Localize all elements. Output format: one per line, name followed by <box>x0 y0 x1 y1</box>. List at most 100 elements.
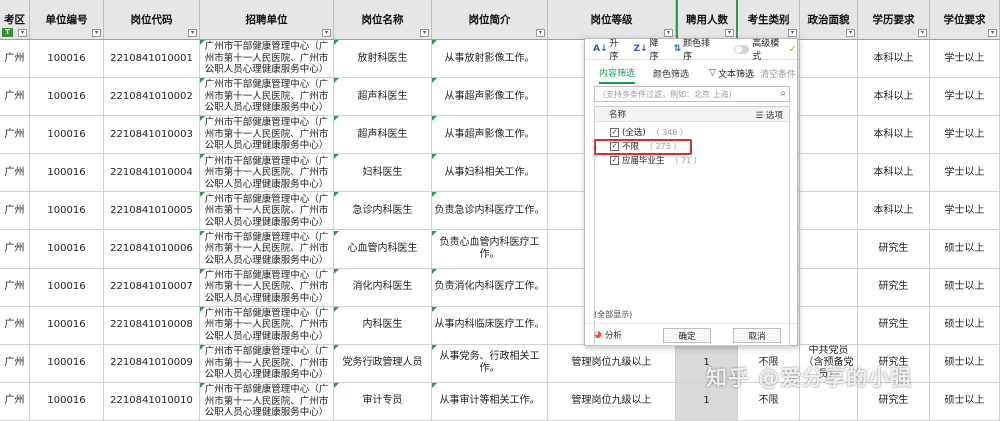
cell-name[interactable]: 心血管内科医生 <box>334 230 432 269</box>
cell-name[interactable]: 放射科医生 <box>334 40 432 79</box>
cell-edu[interactable]: 本科以上 <box>858 192 930 231</box>
cell-name[interactable]: 党务行政管理人员 <box>334 344 432 383</box>
cell-edu[interactable]: 本科以上 <box>858 116 930 155</box>
cell-degree[interactable]: 学士以上 <box>930 116 1000 155</box>
cell-desc[interactable]: 从事超声影像工作。 <box>432 116 548 155</box>
filter-dropdown-icon[interactable]: ▾ <box>188 29 197 37</box>
cell-politics[interactable] <box>800 268 858 307</box>
cell-degree[interactable]: 硕士以上 <box>930 306 1000 345</box>
cell-politics[interactable] <box>800 116 858 155</box>
cell-code[interactable]: 2210841010005 <box>104 192 200 231</box>
cell-unit[interactable]: 广州市干部健康管理中心（广州市第十一人民医院、广州市公职人员心理健康服务中心） <box>200 116 334 155</box>
cell-unit_no[interactable]: 100016 <box>30 268 104 307</box>
tab-color-filter[interactable]: 颜色筛选 <box>653 64 689 83</box>
cell-unit[interactable]: 广州市干部健康管理中心（广州市第十一人民医院、广州市公职人员心理健康服务中心） <box>200 306 334 345</box>
cell-unit[interactable]: 广州市干部健康管理中心（广州市第十一人民医院、广州市公职人员心理健康服务中心） <box>200 230 334 269</box>
cell-area[interactable]: 广州 <box>0 154 30 193</box>
cell-unit[interactable]: 广州市干部健康管理中心（广州市第十一人民医院、广州市公职人员心理健康服务中心） <box>200 382 334 421</box>
cell-degree[interactable]: 硕士以上 <box>930 230 1000 269</box>
cell-unit_no[interactable]: 100016 <box>30 154 104 193</box>
cell-desc[interactable]: 负责心血管内科医疗工作。 <box>432 230 548 269</box>
cell-unit[interactable]: 广州市干部健康管理中心（广州市第十一人民医院、广州市公职人员心理健康服务中心） <box>200 40 334 79</box>
cell-code[interactable]: 2210841010002 <box>104 78 200 117</box>
filter-item[interactable]: ✓ 应届毕业生 （ 71 ） <box>610 154 702 166</box>
cell-unit_no[interactable]: 100016 <box>30 306 104 345</box>
cell-code[interactable]: 2210841010004 <box>104 154 200 193</box>
cell-politics[interactable] <box>800 78 858 117</box>
cell-politics[interactable] <box>800 306 858 345</box>
options-button[interactable]: ☰ 选项 <box>756 109 783 121</box>
filter-dropdown-icon[interactable]: ▾ <box>846 29 855 37</box>
filter-dropdown-icon[interactable]: ▾ <box>92 29 101 37</box>
filter-dropdown-icon[interactable]: ▾ <box>18 29 27 37</box>
filter-item[interactable]: ✓ (全选) （ 346 ） <box>610 126 688 138</box>
cell-degree[interactable]: 学士以上 <box>930 154 1000 193</box>
cell-edu[interactable]: 本科以上 <box>858 78 930 117</box>
text-filter-button[interactable]: ▽ 文本筛选 清空条件 <box>709 67 796 80</box>
cell-edu[interactable]: 本科以上 <box>858 40 930 79</box>
cell-area[interactable]: 广州 <box>0 344 30 383</box>
cell-unit_no[interactable]: 100016 <box>30 116 104 155</box>
cell-name[interactable]: 审计专员 <box>334 382 432 421</box>
cell-degree[interactable]: 学士以上 <box>930 78 1000 117</box>
cell-name[interactable]: 内科医生 <box>334 306 432 345</box>
cell-desc[interactable]: 从事内科临床医疗工作。 <box>432 306 548 345</box>
sort-desc-button[interactable]: Z↓ 降序 <box>634 36 666 62</box>
cell-name[interactable]: 妇科医生 <box>334 154 432 193</box>
filter-dropdown-icon[interactable]: ▾ <box>420 29 429 37</box>
cell-unit_no[interactable]: 100016 <box>30 344 104 383</box>
cell-unit[interactable]: 广州市干部健康管理中心（广州市第十一人民医院、广州市公职人员心理健康服务中心） <box>200 268 334 307</box>
checkbox-checked-icon[interactable]: ✓ <box>610 127 619 137</box>
cell-desc[interactable]: 从事审计等相关工作。 <box>432 382 548 421</box>
cell-code[interactable]: 2210841010007 <box>104 268 200 307</box>
checkbox-checked-icon[interactable]: ✓ <box>610 155 619 165</box>
cell-desc[interactable]: 负责消化内科医疗工作。 <box>432 268 548 307</box>
ok-button[interactable]: 确定 <box>663 328 711 343</box>
cell-unit_no[interactable]: 100016 <box>30 40 104 79</box>
cell-code[interactable]: 2210841010003 <box>104 116 200 155</box>
cell-politics[interactable] <box>800 230 858 269</box>
filter-dropdown-icon[interactable]: ▾ <box>725 29 734 37</box>
cell-name[interactable]: 急诊内科医生 <box>334 192 432 231</box>
search-icon[interactable]: ⌕ <box>780 88 786 99</box>
filter-search-input[interactable]: （支持多条件过滤，例如：北京 上海） ⌕ <box>594 86 790 102</box>
cell-degree[interactable]: 硕士以上 <box>930 268 1000 307</box>
cell-unit[interactable]: 广州市干部健康管理中心（广州市第十一人民医院、广州市公职人员心理健康服务中心） <box>200 192 334 231</box>
filter-dropdown-icon[interactable]: ▾ <box>536 29 545 37</box>
cell-degree[interactable]: 学士以上 <box>930 40 1000 79</box>
cell-politics[interactable] <box>800 40 858 79</box>
cell-area[interactable]: 广州 <box>0 116 30 155</box>
cell-code[interactable]: 2210841010009 <box>104 344 200 383</box>
sort-asc-button[interactable]: A↓ 升序 <box>593 36 626 62</box>
cell-code[interactable]: 2210841010001 <box>104 40 200 79</box>
cell-unit[interactable]: 广州市干部健康管理中心（广州市第十一人民医院、广州市公职人员心理健康服务中心） <box>200 78 334 117</box>
cell-unit[interactable]: 广州市干部健康管理中心（广州市第十一人民医院、广州市公职人员心理健康服务中心） <box>200 344 334 383</box>
cell-code[interactable]: 2210841010006 <box>104 230 200 269</box>
cell-unit_no[interactable]: 100016 <box>30 382 104 421</box>
cell-politics[interactable] <box>800 154 858 193</box>
cell-area[interactable]: 广州 <box>0 230 30 269</box>
cell-degree[interactable]: 硕士以上 <box>930 382 1000 421</box>
active-filter-icon[interactable]: T <box>2 28 13 37</box>
cell-unit_no[interactable]: 100016 <box>30 230 104 269</box>
cell-code[interactable]: 2210841010008 <box>104 306 200 345</box>
cell-area[interactable]: 广州 <box>0 40 30 79</box>
cell-area[interactable]: 广州 <box>0 192 30 231</box>
filter-dropdown-icon[interactable]: ▾ <box>988 29 997 37</box>
cell-unit[interactable]: 广州市干部健康管理中心（广州市第十一人民医院、广州市公职人员心理健康服务中心） <box>200 154 334 193</box>
cell-name[interactable]: 超声科医生 <box>334 78 432 117</box>
cell-edu[interactable]: 研究生 <box>858 268 930 307</box>
cell-name[interactable]: 超声科医生 <box>334 116 432 155</box>
cell-area[interactable]: 广州 <box>0 382 30 421</box>
cell-area[interactable]: 广州 <box>0 306 30 345</box>
cell-name[interactable]: 消化内科医生 <box>334 268 432 307</box>
cell-level[interactable]: 管理岗位九级以上 <box>548 382 676 421</box>
cell-level[interactable]: 管理岗位九级以上 <box>548 344 676 383</box>
cell-edu[interactable]: 本科以上 <box>858 154 930 193</box>
cell-code[interactable]: 2210841010010 <box>104 382 200 421</box>
cancel-button[interactable]: 取消 <box>733 328 781 343</box>
filter-dropdown-icon[interactable]: ▾ <box>918 29 927 37</box>
cell-edu[interactable]: 研究生 <box>858 230 930 269</box>
analysis-button[interactable]: ◕ 分析 <box>594 329 622 341</box>
cell-degree[interactable]: 硕士以上 <box>930 344 1000 383</box>
